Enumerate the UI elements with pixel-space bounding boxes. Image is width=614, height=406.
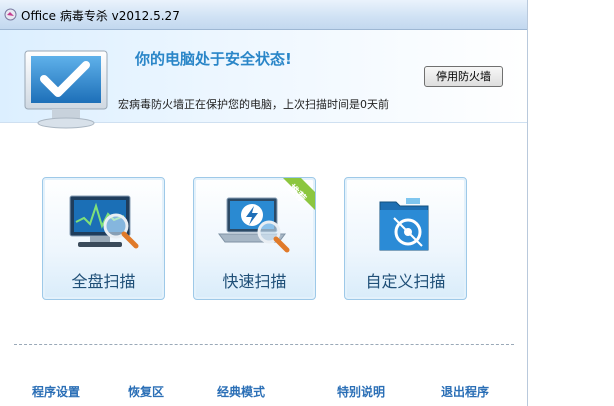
custom-scan-button[interactable]: 自定义扫描 (344, 177, 467, 300)
status-banner: 你的电脑处于安全状态! 宏病毒防火墙正在保护您的电脑，上次扫描时间是0天前 停用… (0, 30, 527, 129)
title-bar[interactable]: Office 病毒专杀 v2012.5.27 (0, 0, 527, 30)
disable-firewall-button[interactable]: 停用防火墙 (424, 66, 503, 87)
custom-scan-label: 自定义扫描 (365, 272, 446, 291)
app-logo-icon (4, 8, 17, 21)
security-monitor-icon (24, 50, 108, 129)
classic-mode-link[interactable]: 经典模式 (217, 383, 265, 400)
footer-divider (14, 344, 514, 345)
full-scan-label: 全盘扫描 (71, 272, 136, 291)
program-settings-link[interactable]: 程序设置 (32, 383, 80, 400)
special-notes-link[interactable]: 特别说明 (337, 383, 385, 400)
status-title: 你的电脑处于安全状态! (135, 50, 292, 68)
status-description: 宏病毒防火墙正在保护您的电脑，上次扫描时间是0天前 (118, 98, 389, 111)
restore-area-link[interactable]: 恢复区 (128, 383, 164, 400)
app-window: Office 病毒专杀 v2012.5.27 你的电脑处于安全状态! 宏病毒防火… (0, 0, 528, 406)
quick-scan-label: 快速扫描 (222, 272, 287, 291)
exit-program-link[interactable]: 退出程序 (441, 383, 489, 400)
monitor-scan-icon (69, 195, 139, 249)
folder-target-icon (379, 198, 429, 251)
window-title: Office 病毒专杀 v2012.5.27 (21, 9, 180, 23)
quick-scan-button[interactable]: 推荐 快速扫描 (193, 177, 316, 300)
full-scan-button[interactable]: 全盘扫描 (42, 177, 165, 300)
background-area (528, 0, 614, 406)
